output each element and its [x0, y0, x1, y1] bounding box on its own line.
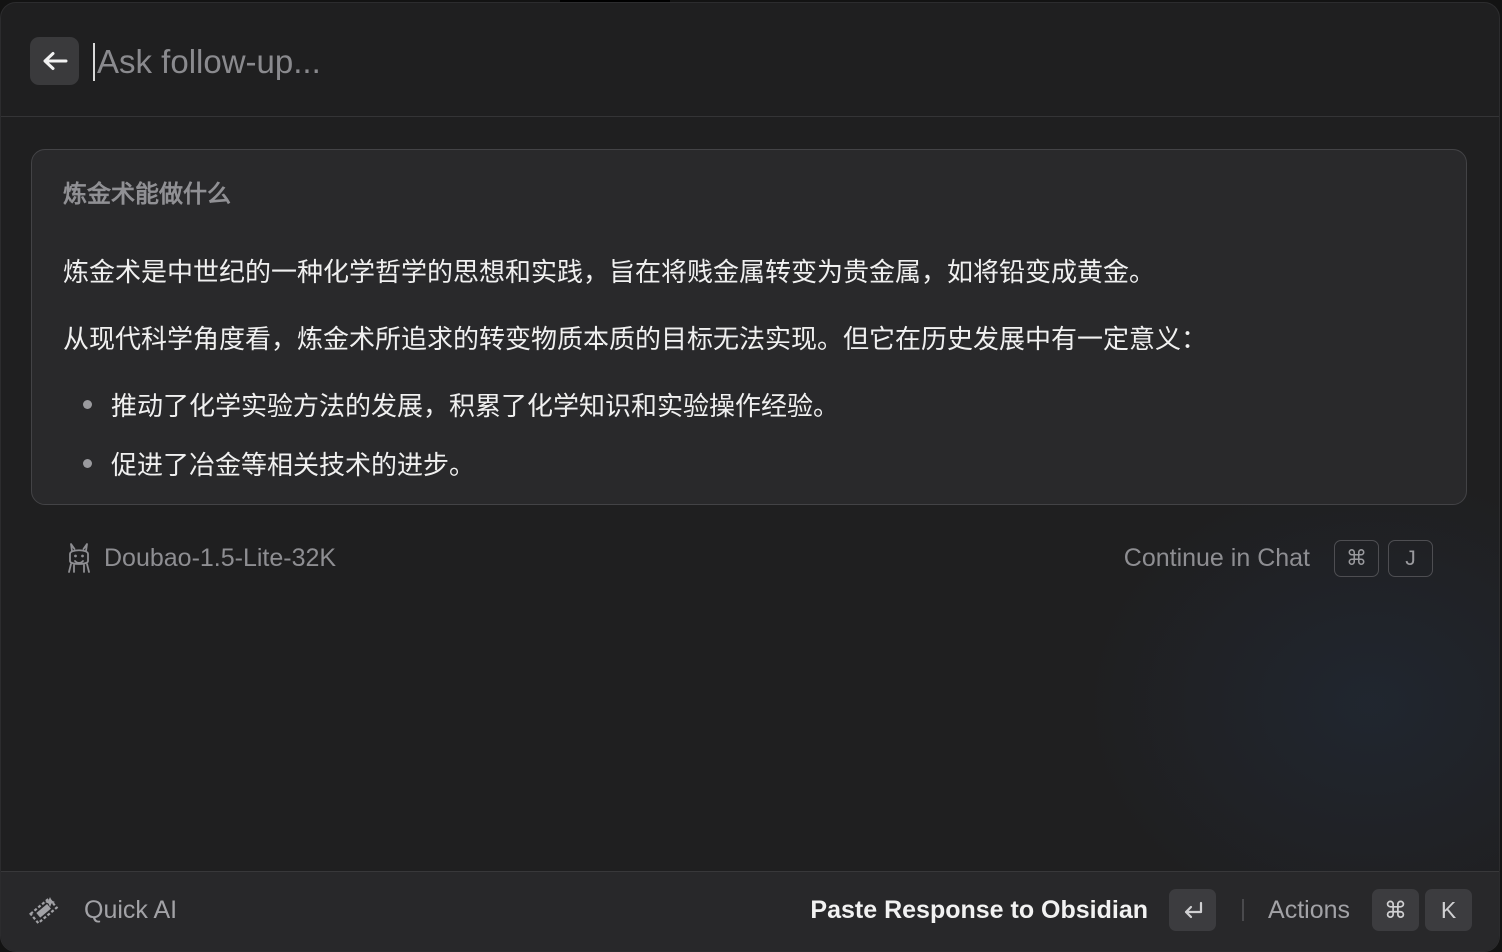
- response-card: 炼金术能做什么 炼金术是中世纪的一种化学哲学的思想和实践，旨在将贱金属转变为贵金…: [31, 149, 1467, 505]
- footer-actions: Paste Response to Obsidian Actions ⌘ K: [810, 889, 1472, 931]
- bullet-dot: [83, 459, 92, 468]
- enter-key-badge[interactable]: [1169, 889, 1217, 931]
- model-name: Doubao-1.5-Lite-32K: [104, 543, 337, 572]
- follow-up-input[interactable]: [95, 37, 1395, 87]
- llama-icon: [68, 543, 90, 573]
- response-paragraph: 炼金术是中世纪的一种化学哲学的思想和实践，旨在将贱金属转变为贵金属，如将铅变成黄…: [63, 258, 1156, 288]
- model-indicator[interactable]: Doubao-1.5-Lite-32K: [64, 541, 336, 575]
- continue-in-chat-label: Continue in Chat: [1123, 544, 1310, 572]
- j-key-badge: J: [1388, 540, 1433, 577]
- bullet-item: 推动了化学实验方法的发展，积累了化学知识和实验操作经验。: [83, 386, 839, 423]
- question-text: 炼金术能做什么: [63, 180, 231, 208]
- footer-divider: [1242, 899, 1245, 921]
- quick-ai-icon: [29, 896, 59, 925]
- return-icon: [1184, 901, 1202, 919]
- background-glow: [1059, 451, 1499, 911]
- bullet-item: 促进了冶金等相关技术的进步。: [83, 445, 475, 482]
- actions-button[interactable]: Actions: [1268, 896, 1350, 925]
- command-key-badge: ⌘: [1334, 540, 1379, 577]
- footer-bar: Quick AI Paste Response to Obsidian Acti…: [1, 871, 1499, 951]
- back-button[interactable]: [30, 37, 79, 85]
- bullet-dot: [83, 400, 92, 409]
- k-key-badge: K: [1425, 889, 1472, 931]
- footer-app: Quick AI: [24, 891, 177, 929]
- continue-in-chat[interactable]: Continue in Chat ⌘ J: [1124, 540, 1433, 577]
- quick-ai-window: 炼金术能做什么 炼金术是中世纪的一种化学哲学的思想和实践，旨在将贱金属转变为贵金…: [0, 2, 1500, 952]
- bullet-text: 促进了冶金等相关技术的进步。: [111, 451, 476, 481]
- command-key-badge: ⌘: [1372, 889, 1419, 931]
- arrow-left-icon: [43, 52, 67, 70]
- footer-title: Quick AI: [84, 895, 178, 924]
- bullet-text: 推动了化学实验方法的发展，积累了化学知识和实验操作经验。: [111, 392, 840, 422]
- response-paragraph: 从现代科学角度看，炼金术所追求的转变物质本质的目标无法实现。但它在历史发展中有一…: [63, 325, 1208, 355]
- paste-response-button[interactable]: Paste Response to Obsidian: [810, 896, 1148, 925]
- header: [1, 3, 1499, 117]
